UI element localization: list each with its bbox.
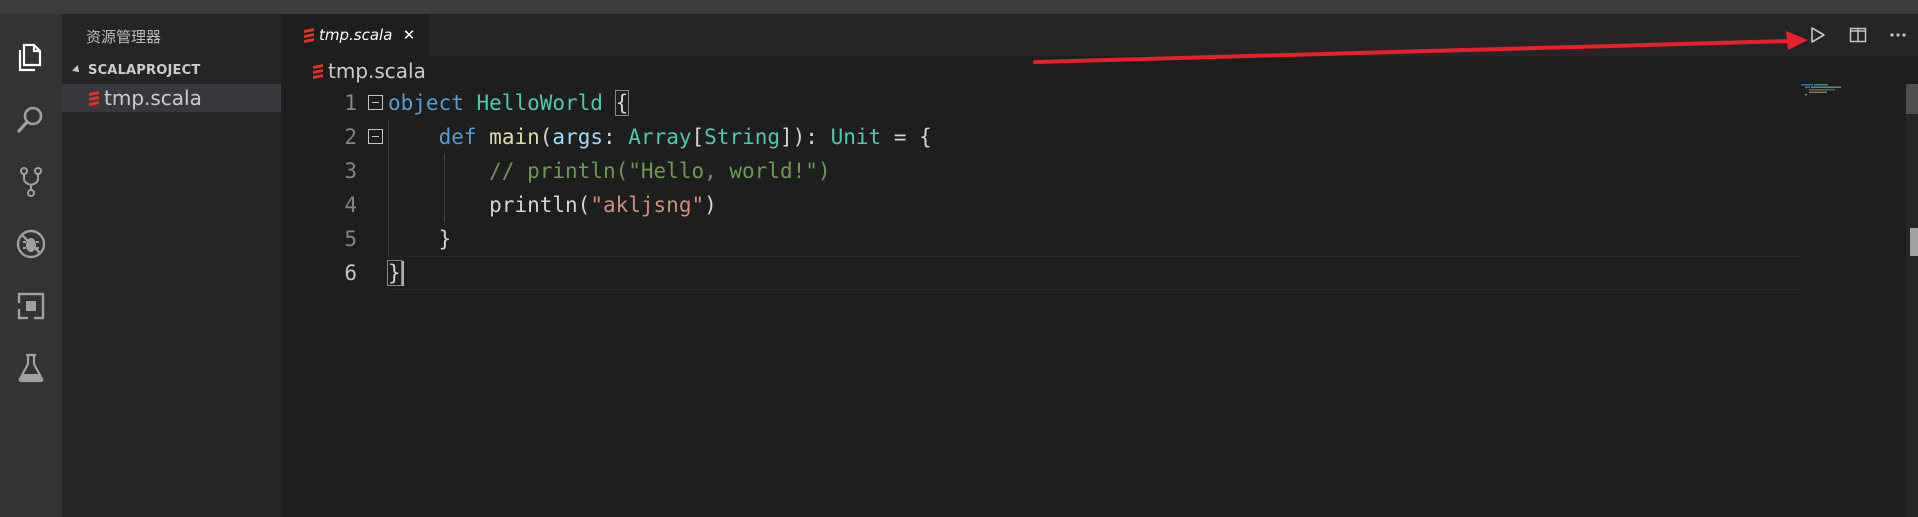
text-cursor	[402, 261, 404, 286]
token-punct: [	[691, 125, 705, 149]
project-section-header[interactable]: SCALAPROJECT	[62, 56, 281, 84]
fold-toggle[interactable]	[368, 129, 383, 144]
activity-search[interactable]	[0, 94, 62, 146]
run-play-icon	[1811, 27, 1825, 43]
fold-toggle[interactable]	[368, 95, 383, 110]
run-button[interactable]	[1798, 14, 1838, 56]
token-brace: {	[614, 90, 630, 116]
token-brace: }	[387, 260, 402, 286]
line-number: 2	[344, 125, 357, 149]
line-number: 6	[344, 261, 357, 285]
token-type: String	[704, 125, 781, 149]
token-param: args	[552, 125, 603, 149]
source-control-icon	[20, 167, 42, 197]
breadcrumb[interactable]: tmp.scala	[281, 56, 426, 86]
split-editor-button[interactable]	[1838, 14, 1878, 56]
file-item-tmp-scala[interactable]: tmp.scala	[62, 84, 281, 112]
editor-tab-bar: tmp.scala ✕	[281, 14, 1918, 56]
tab-label: tmp.scala	[319, 26, 393, 44]
more-actions-icon	[1890, 33, 1906, 37]
token-type: HelloWorld	[476, 91, 603, 115]
token-keyword: def	[438, 125, 477, 149]
token-function: main	[489, 125, 540, 149]
more-actions-button[interactable]	[1878, 14, 1918, 56]
activity-source-control[interactable]	[0, 156, 62, 208]
activity-explorer[interactable]	[0, 32, 62, 84]
scala-file-icon	[313, 63, 323, 79]
code-line-2: def main(args: Array[String]): Unit = {	[388, 120, 932, 154]
activity-test[interactable]	[0, 342, 62, 394]
current-line-highlight	[388, 256, 1803, 290]
menu-bar	[0, 0, 1918, 14]
code-line-6: }	[387, 256, 402, 290]
explorer-sidebar: 资源管理器 SCALAPROJECT tmp.scala	[62, 14, 281, 517]
extensions-icon	[17, 292, 45, 320]
vertical-scrollbar[interactable]	[1906, 84, 1918, 517]
token-punct: ]):	[780, 125, 831, 149]
activity-debug[interactable]	[0, 218, 62, 270]
search-icon	[17, 106, 43, 133]
files-icon	[18, 43, 42, 72]
token-keyword: object	[388, 91, 464, 115]
code-editor[interactable]: 1 2 3 4 5 6 object HelloWorld { def main…	[281, 86, 1918, 517]
token-comment: // println("Hello, world!")	[489, 159, 831, 183]
token-punct: = {	[881, 125, 932, 149]
line-number: 4	[344, 193, 357, 217]
overview-ruler-cursor	[1910, 228, 1918, 256]
project-name: SCALAPROJECT	[88, 62, 201, 78]
token-punct: (	[539, 125, 553, 149]
minimap[interactable]	[1801, 84, 1847, 96]
line-number: 5	[344, 227, 357, 251]
test-flask-icon	[18, 353, 44, 383]
activity-extensions[interactable]	[0, 280, 62, 332]
scala-file-icon	[304, 27, 314, 43]
line-number: 1	[344, 91, 357, 115]
close-icon[interactable]: ✕	[399, 25, 419, 45]
token-brace: }	[438, 227, 452, 251]
token-punct: (	[577, 193, 591, 217]
breadcrumb-file: tmp.scala	[328, 59, 426, 83]
split-editor-icon	[1849, 27, 1867, 43]
scrollbar-thumb[interactable]	[1906, 84, 1918, 114]
scala-file-icon	[89, 90, 99, 106]
token-type: Array	[628, 125, 692, 149]
sidebar-title: 资源管理器	[86, 28, 162, 46]
tab-tmp-scala[interactable]: tmp.scala ✕	[281, 14, 429, 56]
token-punct: :	[602, 125, 629, 149]
token-function-call: println	[489, 193, 578, 217]
line-number: 3	[344, 159, 357, 183]
code-line-3: // println("Hello, world!")	[388, 154, 831, 188]
editor-actions	[1798, 14, 1918, 56]
code-line-1: object HelloWorld {	[388, 86, 630, 120]
file-name: tmp.scala	[104, 86, 202, 110]
activity-bar	[0, 14, 62, 517]
code-line-4: println("akljsng")	[388, 188, 717, 222]
code-line-5: }	[388, 222, 452, 256]
token-type: Unit	[830, 125, 882, 149]
token-punct: )	[704, 193, 717, 217]
debug-icon	[16, 229, 46, 259]
token-string: "akljsng"	[590, 193, 705, 217]
chevron-down-icon	[72, 65, 82, 75]
